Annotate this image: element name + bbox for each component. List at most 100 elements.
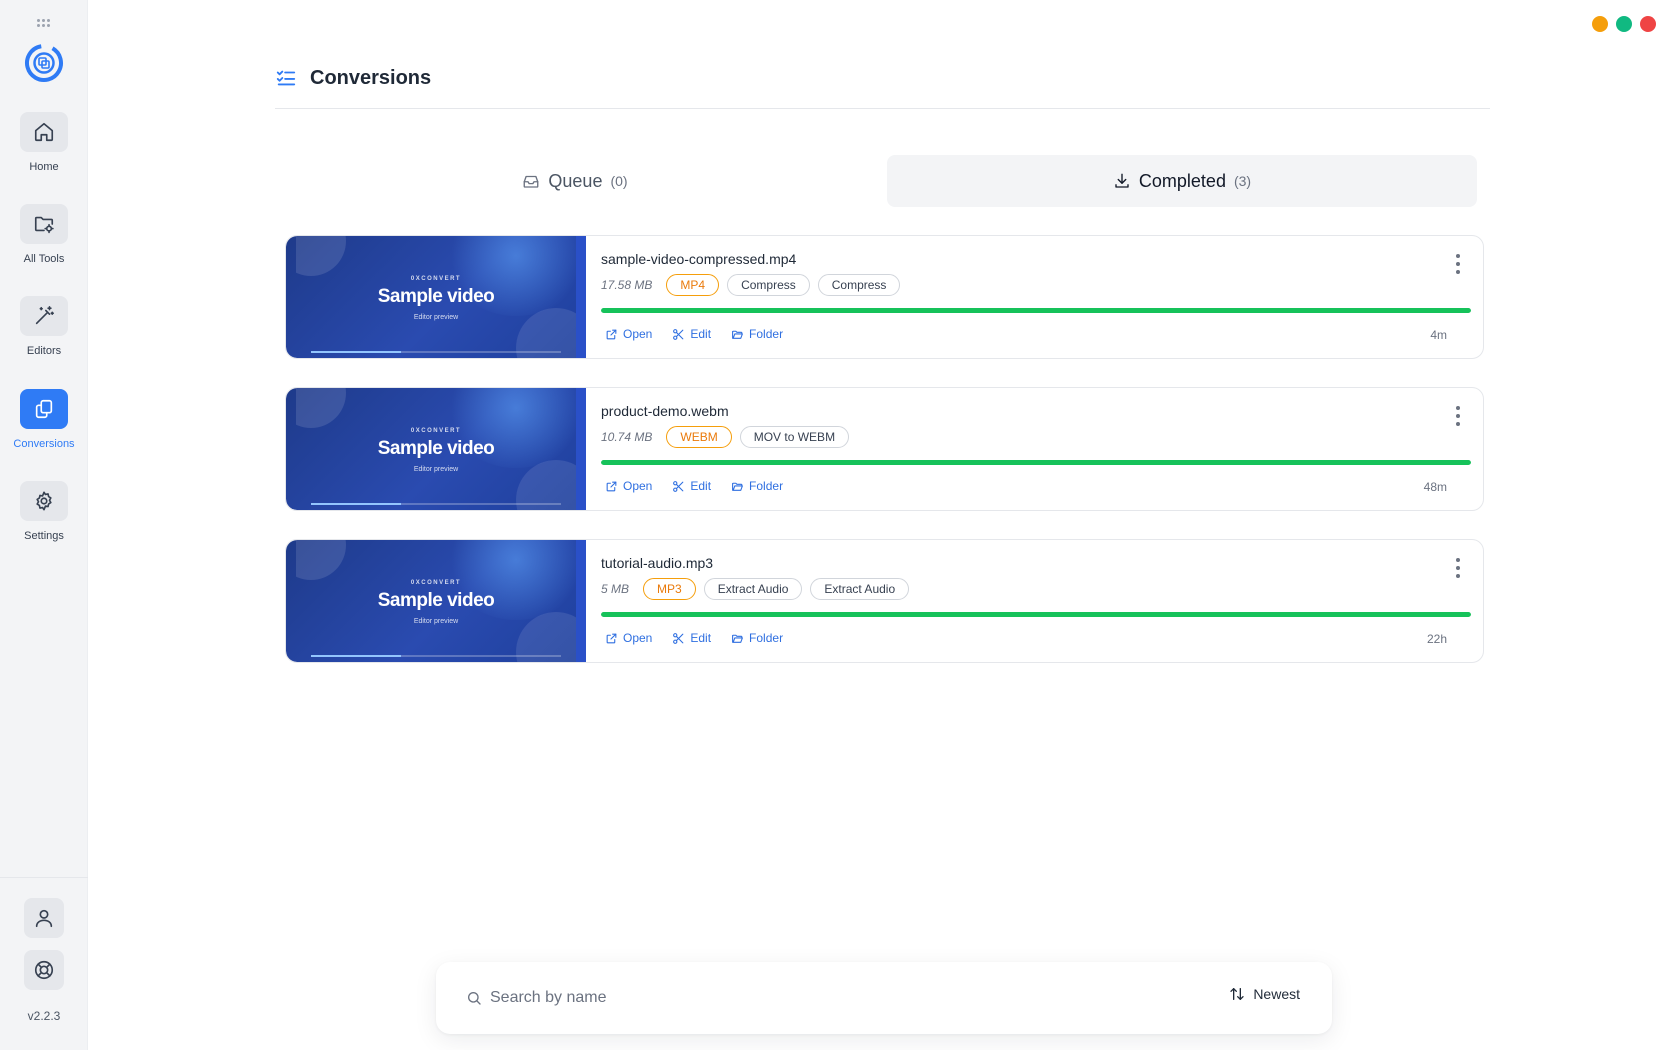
copy-files-icon[interactable] [20, 389, 68, 429]
thumbnail-playback-track [311, 503, 561, 505]
app-logo-icon [24, 43, 64, 83]
gear-icon[interactable] [20, 481, 68, 521]
sidebar-item-settings[interactable]: Settings [0, 481, 88, 542]
format-badge: MP3 [643, 578, 696, 600]
video-thumbnail[interactable]: 0XCONVERT Sample video Editor preview [286, 236, 586, 358]
file-name: tutorial-audio.mp3 [601, 555, 714, 571]
file-meta: 17.58 MB MP4 Compress Compress [601, 274, 908, 296]
window-maximize-button[interactable] [1616, 16, 1632, 32]
file-size: 5 MB [601, 582, 630, 596]
video-thumbnail[interactable]: 0XCONVERT Sample video Editor preview [286, 388, 586, 510]
file-meta: 10.74 MB WEBM MOV to WEBM [601, 426, 857, 448]
external-link-icon [606, 481, 617, 491]
window-minimize-button[interactable] [1592, 16, 1608, 32]
help-lifebuoy-icon[interactable] [24, 950, 64, 990]
progress-bar [601, 612, 1471, 617]
sort-label: Newest [1253, 986, 1300, 1002]
more-options-icon[interactable] [1455, 558, 1461, 578]
file-name: sample-video-compressed.mp4 [601, 251, 797, 267]
thumbnail-subtitle: Editor preview [413, 618, 459, 625]
thumbnail-playback-progress [311, 503, 401, 505]
thumbnail-playback-track [311, 655, 561, 657]
conversion-card: 0XCONVERT Sample video Editor preview sa… [285, 235, 1484, 359]
video-thumbnail[interactable]: 0XCONVERT Sample video Editor preview [286, 540, 586, 662]
thumbnail-brand: 0XCONVERT [410, 428, 462, 434]
thumbnail-brand: 0XCONVERT [410, 580, 462, 586]
home-icon[interactable] [20, 112, 68, 152]
thumbnail-title: Sample video [377, 286, 495, 307]
progress-bar [601, 308, 1471, 313]
operation-tag: MOV to WEBM [739, 426, 850, 448]
thumbnail-title: Sample video [377, 590, 495, 611]
sidebar-item-all-tools[interactable]: All Tools [0, 204, 88, 265]
more-options-icon[interactable] [1455, 254, 1461, 274]
thumbnail-playback-progress [311, 655, 401, 657]
card-actions: Open Edit Folder [605, 479, 803, 493]
card-actions: Open Edit Folder [605, 631, 803, 645]
open-button[interactable]: Open [605, 631, 652, 645]
edit-button[interactable]: Edit [672, 631, 711, 645]
conversion-info: tutorial-audio.mp3 5 MB MP3 Extract Audi… [601, 540, 1483, 662]
open-label: Open [623, 327, 653, 341]
thumbnail-subtitle: Editor preview [413, 314, 459, 321]
tab-queue[interactable]: Queue (0) [280, 155, 870, 207]
tab-label: Queue [548, 170, 603, 191]
open-label: Open [623, 631, 653, 645]
sidebar-item-label: Editors [26, 345, 62, 357]
drag-handle-icon[interactable] [37, 19, 51, 27]
more-options-icon[interactable] [1455, 406, 1461, 426]
window-close-button[interactable] [1640, 16, 1656, 32]
sidebar-item-conversions[interactable]: Conversions [0, 389, 88, 450]
search-bar: Newest [436, 962, 1332, 1034]
sidebar-divider [0, 877, 88, 878]
checklist-icon [275, 67, 297, 89]
tab-completed[interactable]: Completed (3) [887, 155, 1477, 207]
progress-fill [601, 460, 1471, 465]
folder-button[interactable]: Folder [731, 479, 783, 493]
folder-button[interactable]: Folder [731, 327, 783, 341]
user-icon[interactable] [24, 898, 64, 938]
sidebar-item-label: All Tools [23, 253, 65, 265]
progress-bar [601, 460, 1471, 465]
edit-button[interactable]: Edit [672, 327, 711, 341]
folder-label: Folder [749, 479, 784, 493]
file-meta: 5 MB MP3 Extract Audio Extract Audio [601, 578, 917, 600]
operation-tag: Compress [817, 274, 901, 296]
magic-wand-icon[interactable] [20, 296, 68, 336]
folder-label: Folder [749, 631, 784, 645]
open-button[interactable]: Open [605, 479, 652, 493]
operation-tag: Extract Audio [810, 578, 910, 600]
sidebar-item-home[interactable]: Home [0, 112, 88, 173]
inbox-icon [522, 172, 540, 190]
file-size: 17.58 MB [601, 278, 653, 292]
sidebar: Home All Tools Editors Conversions Setti… [0, 0, 88, 1050]
sort-button[interactable]: Newest [1229, 986, 1300, 1002]
elapsed-time: 48m [1423, 480, 1447, 494]
edit-button[interactable]: Edit [672, 479, 711, 493]
format-badge: MP4 [666, 274, 720, 296]
folder-gear-icon[interactable] [20, 204, 68, 244]
tab-count: (3) [1233, 173, 1252, 189]
page-header: Conversions [275, 60, 1490, 109]
folder-label: Folder [749, 327, 784, 341]
page-title: Conversions [310, 67, 432, 89]
thumbnail-frame: 0XCONVERT Sample video Editor preview [296, 540, 576, 662]
open-label: Open [623, 479, 653, 493]
download-icon [1113, 172, 1131, 190]
edit-label: Edit [690, 327, 712, 341]
thumbnail-title: Sample video [377, 438, 495, 459]
scissors-icon [673, 632, 684, 644]
thumbnail-playback-track [311, 351, 561, 353]
open-button[interactable]: Open [605, 327, 652, 341]
scissors-icon [673, 328, 684, 340]
search-input[interactable] [490, 984, 1090, 1012]
tab-label: Completed [1138, 170, 1226, 191]
file-size: 10.74 MB [601, 430, 653, 444]
progress-fill [601, 308, 1471, 313]
external-link-icon [606, 329, 617, 339]
sidebar-item-editors[interactable]: Editors [0, 296, 88, 357]
folder-button[interactable]: Folder [731, 631, 783, 645]
folder-open-icon [732, 634, 743, 643]
search-icon [466, 990, 482, 1006]
sidebar-item-label: Home [29, 161, 59, 173]
